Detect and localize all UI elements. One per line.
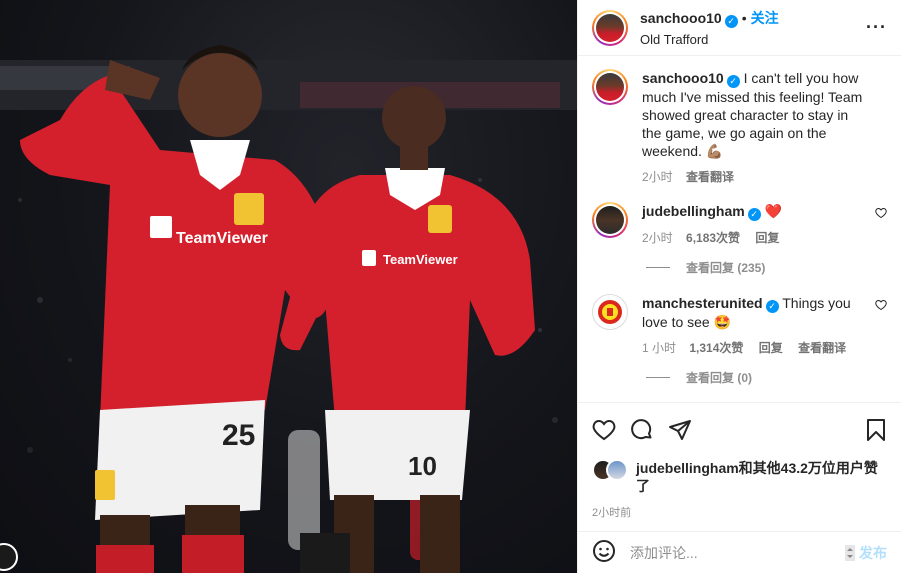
comment-reply-button[interactable]: 回复 [755,231,779,245]
caption-username[interactable]: sanchooo10 [642,70,724,86]
follow-button[interactable]: 关注 [751,10,779,26]
caption-emoji: 💪🏽 [705,143,724,159]
action-bar: judebellingham和其他43.2万位用户赞了 2小时前 [578,402,901,520]
view-replies-link[interactable]: 查看回复 (0) [646,369,887,386]
svg-text:TeamViewer: TeamViewer [176,230,268,247]
comment-time[interactable]: 2小时 [642,231,673,245]
svg-text:10: 10 [408,451,437,481]
comment-reply-button[interactable]: 回复 [759,341,783,355]
verified-badge-icon: ✓ [747,208,761,221]
separator-dot: • [741,10,747,26]
scroll-arrows-icon [845,544,855,561]
like-heart-icon[interactable] [592,418,616,442]
post-time[interactable]: 2小时前 [592,504,887,520]
comment-like-heart-icon[interactable] [875,206,887,222]
comment-text: ❤️ [764,203,783,219]
emoji-smiley-icon[interactable] [592,539,616,566]
view-replies-link[interactable]: 查看回复 (235) [646,259,887,276]
comment-username[interactable]: judebellingham [642,203,745,219]
comment-emoji: 🤩 [713,314,732,330]
view-replies-label: 查看回复 (0) [686,371,753,385]
photo-illustration: TeamViewer 10 TeamViewer 25 [0,45,577,573]
add-comment-bar: 添加评论... 发布 [578,531,901,573]
likes-summary-text: judebellingham和其他43.2万位用户赞了 [636,460,878,494]
comment-username[interactable]: manchesterunited [642,295,763,311]
post-header: sanchooo10 ✓ • 关注 Old Trafford ··· [578,0,901,56]
instagram-post-modal: TeamViewer 10 TeamViewer 25 sanchooo10 ✓… [0,0,901,573]
comment-item: judebellingham ✓ ❤️ 2小时 6,183次赞 回复 [592,202,887,247]
comment-avatar[interactable] [592,294,628,330]
comment-likes-count[interactable]: 1,314次赞 [689,341,743,355]
svg-text:25: 25 [222,419,255,452]
verified-badge-icon: ✓ [724,15,738,28]
verified-badge-icon: ✓ [765,300,779,313]
location-link[interactable]: Old Trafford [640,32,866,47]
comments-list[interactable]: sanchooo10 ✓ I can't tell you how much I'… [578,57,901,401]
caption-translate-link[interactable]: 查看翻译 [686,170,734,184]
verified-badge-icon: ✓ [726,75,740,88]
comment-meta: 1 小时 1,314次赞 回复 查看翻译 [642,339,869,357]
comment-bubble-icon[interactable] [630,418,654,442]
comment-likes-count[interactable]: 6,183次赞 [686,231,740,245]
comment-avatar[interactable] [592,202,628,238]
likers-avatars [592,459,630,481]
save-bookmark-icon[interactable] [865,418,887,442]
post-header-info: sanchooo10 ✓ • 关注 Old Trafford [640,8,866,47]
svg-text:TeamViewer: TeamViewer [383,252,458,267]
caption-comment: sanchooo10 ✓ I can't tell you how much I'… [592,69,887,186]
caption-meta: 2小时 查看翻译 [642,168,869,186]
post-photo[interactable]: TeamViewer 10 TeamViewer 25 [0,0,577,573]
comment-like-heart-icon[interactable] [875,298,887,314]
club-crest-icon [598,300,622,324]
share-paper-plane-icon[interactable] [668,418,692,442]
post-comment-button[interactable]: 发布 [859,543,887,563]
more-options-icon[interactable]: ··· [866,17,887,38]
author-username[interactable]: sanchooo10 [640,10,722,26]
view-replies-label: 查看回复 (235) [686,261,766,275]
comment-item: manchesterunited ✓ Things you love to see… [592,294,887,357]
caption-avatar[interactable] [592,69,628,105]
author-avatar[interactable] [592,9,628,46]
comment-meta: 2小时 6,183次赞 回复 [642,229,869,247]
comment-time[interactable]: 1 小时 [642,341,676,355]
comment-translate-link[interactable]: 查看翻译 [798,341,846,355]
post-side-panel: sanchooo10 ✓ • 关注 Old Trafford ··· sanchooo… [577,0,901,573]
likes-summary[interactable]: judebellingham和其他43.2万位用户赞了 [592,459,887,495]
add-comment-input[interactable]: 添加评论... [630,543,845,563]
caption-time[interactable]: 2小时 [642,170,673,184]
